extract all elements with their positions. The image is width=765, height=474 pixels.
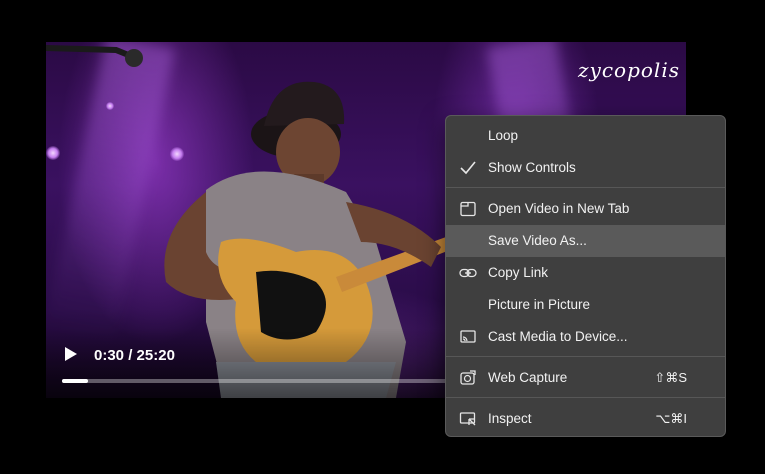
menu-item-label: Copy Link xyxy=(488,265,549,280)
menu-separator xyxy=(446,397,725,398)
menu-item-loop[interactable]: Loop xyxy=(446,120,725,152)
web-capture-icon xyxy=(460,370,476,385)
menu-item-shortcut: ⌥⌘I xyxy=(655,411,687,426)
menu-item-label: Loop xyxy=(488,128,519,143)
menu-item-copy-link[interactable]: Copy Link xyxy=(446,257,725,289)
time-separator: / xyxy=(124,347,137,364)
channel-logo: zycopolis xyxy=(578,58,680,82)
menu-item-show-controls[interactable]: Show Controls xyxy=(446,152,725,184)
menu-item-label: Show Controls xyxy=(488,160,576,175)
menu-item-label: Cast Media to Device... xyxy=(488,329,628,344)
menu-item-inspect[interactable]: Inspect ⌥⌘I xyxy=(446,403,725,435)
link-icon xyxy=(459,268,477,278)
menu-separator xyxy=(446,187,725,188)
inspect-icon xyxy=(459,412,476,426)
current-time: 0:30 xyxy=(94,347,125,364)
duration: 25:20 xyxy=(136,347,175,364)
time-display: 0:30 / 25:20 xyxy=(94,347,175,364)
menu-item-label: Web Capture xyxy=(488,370,568,385)
menu-item-label: Picture in Picture xyxy=(488,297,591,312)
checkmark-icon xyxy=(460,161,476,175)
menu-item-label: Save Video As... xyxy=(488,233,587,248)
menu-separator xyxy=(446,356,725,357)
progress-fill xyxy=(62,379,88,383)
menu-item-shortcut: ⇧⌘S xyxy=(654,370,687,385)
menu-item-picture-in-picture[interactable]: Picture in Picture xyxy=(446,289,725,321)
menu-item-open-video-new-tab[interactable]: Open Video in New Tab xyxy=(446,193,725,225)
play-icon[interactable] xyxy=(64,346,78,362)
menu-item-save-video-as[interactable]: Save Video As... xyxy=(446,225,725,257)
menu-item-label: Inspect xyxy=(488,411,532,426)
cast-icon xyxy=(460,330,476,343)
menu-item-label: Open Video in New Tab xyxy=(488,201,630,216)
menu-item-web-capture[interactable]: Web Capture ⇧⌘S xyxy=(446,362,725,394)
new-tab-icon xyxy=(460,201,476,217)
context-menu: Loop Show Controls Open Video in New Tab… xyxy=(445,115,726,437)
menu-item-cast-media[interactable]: Cast Media to Device... xyxy=(446,321,725,353)
